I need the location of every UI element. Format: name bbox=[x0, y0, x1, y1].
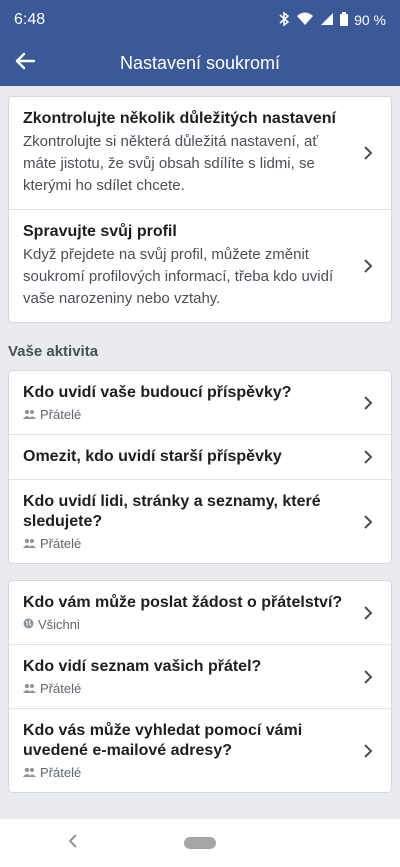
status-icons: 90 % bbox=[278, 11, 386, 30]
limit-old-posts-row[interactable]: Omezit, kdo uvidí starší příspěvky bbox=[9, 434, 391, 479]
section-label-activity: Vaše aktivita bbox=[8, 343, 99, 360]
following-title: Kdo uvidí lidi, stránky a seznamy, které… bbox=[23, 493, 321, 530]
friend-requests-row[interactable]: Kdo vám může poslat žádost o přátelství?… bbox=[9, 581, 391, 644]
check-settings-desc: Zkontrolujte si některá důležitá nastave… bbox=[23, 133, 318, 194]
email-lookup-row[interactable]: Kdo vás může vyhledat pomocí vámi uveden… bbox=[9, 708, 391, 792]
page-title: Nastavení soukromí bbox=[119, 52, 281, 73]
friends-list-row[interactable]: Kdo vidí seznam vašich přátel? Přátelé bbox=[9, 644, 391, 708]
friends-icon bbox=[23, 407, 36, 422]
status-time: 6:48 bbox=[14, 11, 46, 28]
check-settings-row[interactable]: Zkontrolujte několik důležitých nastaven… bbox=[9, 97, 391, 209]
signal-icon bbox=[320, 12, 334, 29]
friends-list-audience: Přátelé bbox=[23, 681, 353, 696]
limit-old-posts-title: Omezit, kdo uvidí starší příspěvky bbox=[23, 448, 282, 465]
back-arrow-icon bbox=[15, 52, 36, 75]
friends-list-audience-label: Přátelé bbox=[40, 681, 82, 696]
friends-list-title: Kdo vidí seznam vašich přátel? bbox=[23, 658, 262, 675]
chevron-right-icon bbox=[363, 741, 377, 761]
email-lookup-audience: Přátelé bbox=[23, 765, 353, 780]
chevron-right-icon bbox=[363, 256, 377, 276]
friends-icon bbox=[23, 536, 36, 551]
chevron-right-icon bbox=[363, 603, 377, 623]
friend-requests-audience-label: Všichni bbox=[38, 617, 80, 632]
friends-card: Kdo vám může poslat žádost o přátelství?… bbox=[8, 580, 392, 793]
battery-icon bbox=[340, 11, 349, 29]
friend-requests-title: Kdo vám může poslat žádost o přátelství? bbox=[23, 594, 343, 611]
future-posts-audience: Přátelé bbox=[23, 407, 353, 422]
manage-profile-row[interactable]: Spravujte svůj profil Když přejdete na s… bbox=[9, 209, 391, 322]
chevron-right-icon bbox=[363, 447, 377, 467]
chevron-right-icon bbox=[363, 667, 377, 687]
manage-profile-desc: Když přejdete na svůj profil, můžete změ… bbox=[23, 246, 334, 307]
status-bar: 6:48 90 % bbox=[0, 0, 400, 40]
email-lookup-audience-label: Přátelé bbox=[40, 765, 82, 780]
future-posts-title: Kdo uvidí vaše budoucí příspěvky? bbox=[23, 384, 292, 401]
settings-card: Zkontrolujte několik důležitých nastaven… bbox=[8, 96, 392, 323]
wifi-icon bbox=[296, 12, 314, 29]
chevron-right-icon bbox=[363, 512, 377, 532]
battery-percent: 90 % bbox=[354, 12, 386, 28]
globe-icon bbox=[23, 617, 34, 632]
system-nav-bar bbox=[0, 819, 400, 867]
activity-card: Kdo uvidí vaše budoucí příspěvky? Přátel… bbox=[8, 370, 392, 564]
app-bar: Nastavení soukromí bbox=[0, 40, 400, 86]
nav-back-button[interactable] bbox=[68, 833, 78, 854]
friend-requests-audience: Všichni bbox=[23, 617, 353, 632]
following-row[interactable]: Kdo uvidí lidi, stránky a seznamy, které… bbox=[9, 479, 391, 563]
future-posts-row[interactable]: Kdo uvidí vaše budoucí příspěvky? Přátel… bbox=[9, 371, 391, 434]
following-audience-label: Přátelé bbox=[40, 536, 82, 551]
manage-profile-title: Spravujte svůj profil bbox=[23, 223, 177, 240]
email-lookup-title: Kdo vás může vyhledat pomocí vámi uveden… bbox=[23, 722, 303, 759]
home-pill[interactable] bbox=[184, 837, 216, 849]
chevron-right-icon bbox=[363, 393, 377, 413]
following-audience: Přátelé bbox=[23, 536, 353, 551]
friends-icon bbox=[23, 765, 36, 780]
check-settings-title: Zkontrolujte několik důležitých nastaven… bbox=[23, 110, 336, 127]
bluetooth-icon bbox=[278, 11, 290, 30]
back-button[interactable] bbox=[2, 40, 48, 86]
chevron-right-icon bbox=[363, 143, 377, 163]
future-posts-audience-label: Přátelé bbox=[40, 407, 82, 422]
friends-icon bbox=[23, 681, 36, 696]
